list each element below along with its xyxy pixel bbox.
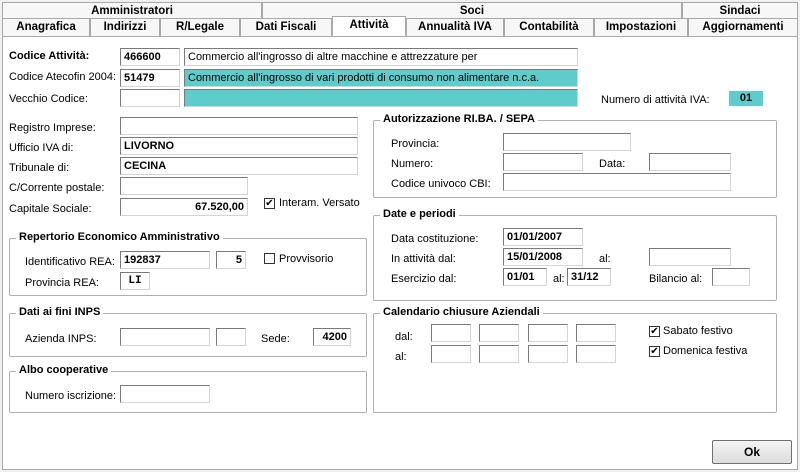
attivita-panel: Codice Attività: 466600 Commercio all'in…: [2, 36, 798, 470]
azienda-inps-label: Azienda INPS:: [25, 333, 97, 345]
esercizio-dal-field[interactable]: 01/01: [503, 268, 547, 286]
codice-attivita-label: Codice Attività:: [9, 50, 90, 62]
tab-indirizzi[interactable]: Indirizzi: [90, 18, 160, 36]
riba-cbi-field[interactable]: [503, 173, 731, 191]
numero-attivita-value: 01: [729, 91, 763, 106]
interam-versato-label: Interam. Versato: [279, 197, 360, 209]
in-attivita-field[interactable]: 15/01/2008: [503, 248, 583, 266]
calendario-al-3[interactable]: [528, 345, 568, 363]
numero-attivita-label: Numero di attività IVA:: [601, 94, 710, 106]
provvisorio-label: Provvisorio: [279, 253, 334, 265]
tab-annualita-iva[interactable]: Annualità IVA: [406, 18, 504, 36]
tab-aggiornamenti[interactable]: Aggiornamenti: [688, 18, 798, 36]
data-costituzione-label: Data costituzione:: [391, 233, 479, 245]
data-costituzione-field[interactable]: 01/01/2007: [503, 228, 583, 246]
tab-dati-fiscali[interactable]: Dati Fiscali: [240, 18, 332, 36]
esercizio-al-field[interactable]: 31/12: [567, 268, 611, 286]
domenica-festiva-label: Domenica festiva: [663, 345, 748, 357]
esercizio-label: Esercizio dal:: [391, 273, 457, 285]
codice-attivita-desc: Commercio all'ingrosso di altre macchine…: [184, 48, 578, 66]
capitale-sociale-label: Capitale Sociale:: [9, 203, 92, 215]
bilancio-label: Bilancio al:: [649, 273, 703, 285]
azienda-inps-field[interactable]: [120, 328, 210, 346]
inps-group-title: Dati ai fini INPS: [16, 306, 104, 318]
tab-contabilita[interactable]: Contabilità: [504, 18, 594, 36]
cc-postale-field[interactable]: [120, 177, 248, 195]
ok-button[interactable]: Ok: [712, 440, 792, 464]
sabato-festivo-label: Sabato festivo: [663, 325, 733, 337]
azienda-inps-extra-field[interactable]: [216, 328, 246, 346]
riba-provincia-field[interactable]: [503, 133, 631, 151]
rea-ident-suffix-field[interactable]: 5: [216, 251, 246, 269]
rea-ident-field[interactable]: 192837: [120, 251, 210, 269]
riba-data-label: Data:: [599, 158, 626, 170]
riba-provincia-label: Provincia:: [391, 138, 440, 150]
calendario-al-1[interactable]: [431, 345, 471, 363]
riba-group-title: Autorizzazione RI.BA. / SEPA: [380, 113, 538, 125]
tab-attivita[interactable]: Attività: [332, 16, 406, 36]
calendario-group-title: Calendario chiusure Aziendali: [380, 306, 543, 318]
rea-ident-label: Identificativo REA:: [25, 256, 115, 268]
riba-cbi-label: Codice univoco CBI:: [391, 178, 491, 190]
calendario-dal-label: dal:: [395, 331, 413, 343]
registro-imprese-label: Registro Imprese:: [9, 122, 96, 134]
tab-r-legale[interactable]: R/Legale: [160, 18, 240, 36]
calendario-dal-2[interactable]: [479, 324, 519, 342]
codice-atecofin-desc: Commercio all'ingrosso di vari prodotti …: [184, 69, 578, 87]
vecchio-codice-desc: [184, 89, 578, 107]
calendario-dal-3[interactable]: [528, 324, 568, 342]
in-attivita-al-label: al:: [599, 253, 611, 265]
riba-numero-label: Numero:: [391, 158, 434, 170]
codice-attivita-field[interactable]: 466600: [120, 48, 180, 66]
vecchio-codice-label: Vecchio Codice:: [9, 93, 88, 105]
riba-numero-field[interactable]: [503, 153, 583, 171]
tab-anagrafica[interactable]: Anagrafica: [2, 18, 90, 36]
capitale-sociale-field[interactable]: 67.520,00: [120, 198, 248, 216]
esercizio-al-label: al:: [553, 273, 565, 285]
provincia-rea-label: Provincia REA:: [25, 277, 99, 289]
bilancio-field[interactable]: [712, 268, 750, 286]
registro-imprese-field[interactable]: [120, 117, 358, 135]
tribunale-label: Tribunale di:: [9, 162, 70, 174]
numero-iscrizione-label: Numero iscrizione:: [25, 390, 117, 402]
calendario-al-4[interactable]: [576, 345, 616, 363]
interam-versato-checkbox[interactable]: ✔: [264, 198, 275, 209]
date-group-title: Date e periodi: [380, 208, 459, 220]
numero-iscrizione-field[interactable]: [120, 385, 210, 403]
sede-field[interactable]: 4200: [313, 328, 351, 346]
ufficio-iva-field[interactable]: LIVORNO: [120, 137, 358, 155]
cc-postale-label: C/Corrente postale:: [9, 182, 105, 194]
calendario-dal-1[interactable]: [431, 324, 471, 342]
tribunale-field[interactable]: CECINA: [120, 157, 358, 175]
domenica-festiva-checkbox[interactable]: ✔: [649, 346, 660, 357]
provvisorio-checkbox[interactable]: [264, 253, 275, 264]
sede-label: Sede:: [261, 333, 290, 345]
ufficio-iva-label: Ufficio IVA di:: [9, 142, 74, 154]
calendario-al-2[interactable]: [479, 345, 519, 363]
tab-impostazioni[interactable]: Impostazioni: [594, 18, 688, 36]
calendario-dal-4[interactable]: [576, 324, 616, 342]
provincia-rea-field[interactable]: LI: [120, 272, 150, 290]
sabato-festivo-checkbox[interactable]: ✔: [649, 326, 660, 337]
codice-atecofin-label: Codice Atecofin 2004:: [9, 71, 117, 83]
in-attivita-al-field[interactable]: [649, 248, 731, 266]
riba-data-field[interactable]: [649, 153, 731, 171]
albo-group-title: Albo cooperative: [16, 364, 112, 376]
calendario-al-label: al:: [395, 351, 407, 363]
vecchio-codice-field[interactable]: [120, 89, 180, 107]
rea-group-title: Repertorio Economico Amministrativo: [16, 231, 223, 243]
in-attivita-label: In attività dal:: [391, 253, 456, 265]
codice-atecofin-field[interactable]: 51479: [120, 69, 180, 87]
